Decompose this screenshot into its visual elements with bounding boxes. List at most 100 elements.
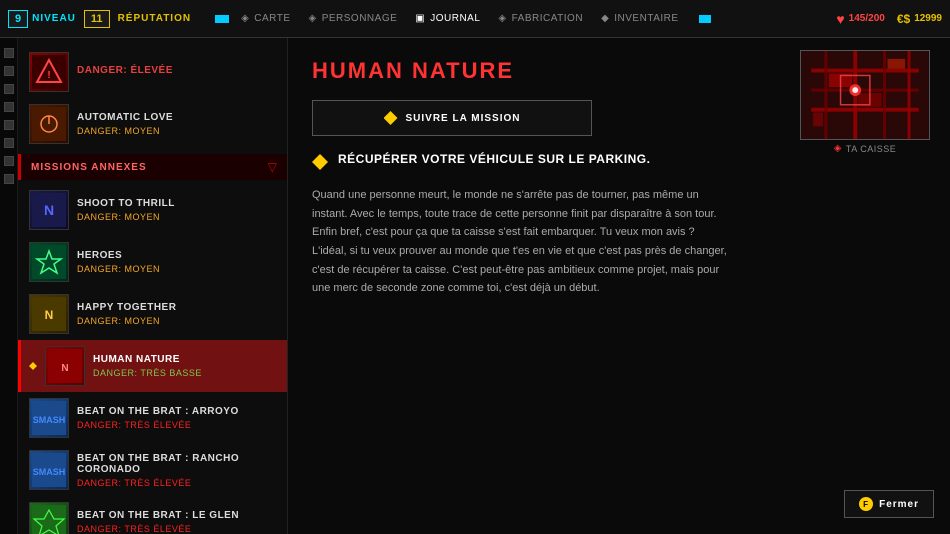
mission-human-info: HUMAN NATURE DANGER: TRÈS BASSE (93, 354, 279, 378)
mission-human-thumb: N (45, 346, 85, 386)
objective-text: RÉCUPÉRER VOTRE VÉHICULE SUR LE PARKING. (338, 152, 650, 166)
side-icon-4 (4, 102, 14, 112)
svg-text:!: ! (47, 70, 50, 81)
mission-heroes-title: HEROES (77, 250, 279, 261)
money-display: €$ 12999 (897, 12, 942, 26)
mission-beat-rancho-thumb: SMASH (29, 450, 69, 490)
mission-automatic-love-info: AUTOMATIC LOVE DANGER: MOYEN (77, 112, 279, 136)
mission-beat-arroyo-title: BEAT ON THE BRAT : ARROYO (77, 406, 279, 417)
mission-beat-arroyo-thumb: SMASH (29, 398, 69, 438)
mission-shoot-thumb: N (29, 190, 69, 230)
follow-icon (384, 111, 398, 125)
nav-journal[interactable]: ▣ JOURNAL (415, 13, 480, 24)
mission-heroes-info: HEROES DANGER: MOYEN (77, 250, 279, 274)
nav-carte-label: CARTE (254, 13, 290, 24)
level-display: 9 NIVEAU (8, 10, 76, 28)
mission-automatic-love-thumb (29, 104, 69, 144)
nav-fabrication-label: FABRICATION (512, 13, 583, 24)
map-thumbnail[interactable]: ◈ TA CAISSE (800, 50, 930, 150)
carte-icon: ◈ (241, 13, 249, 24)
missions-sidebar: ! DANGER: ÉLEVÉE AUTOMATIC LOVE DANGER: … (18, 38, 288, 534)
nav-carte[interactable]: ◈ CARTE (241, 13, 290, 24)
mission-beat-glen-danger: DANGER: TRÈS ÉLEVÉE (77, 524, 279, 534)
mission-human-nature[interactable]: N HUMAN NATURE DANGER: TRÈS BASSE (18, 340, 287, 392)
left-decoration (0, 38, 18, 534)
nav-personnage-label: PERSONNAGE (322, 13, 398, 24)
mission-heroes[interactable]: HEROES DANGER: MOYEN (18, 236, 287, 288)
money-icon: €$ (897, 12, 910, 26)
nav-fabrication[interactable]: ◈ FABRICATION (498, 13, 583, 24)
level-label: NIVEAU (32, 13, 76, 24)
mission-danger-eleve-thumb: ! (29, 52, 69, 92)
missions-annexes-header[interactable]: MISSIONS ANNEXES ▽ (18, 154, 287, 180)
mission-happy-title: HAPPY TOGETHER (77, 302, 279, 313)
journal-icon: ▣ (415, 13, 425, 24)
svg-text:SMASH: SMASH (33, 415, 66, 425)
mission-beat-arroyo[interactable]: SMASH BEAT ON THE BRAT : ARROYO DANGER: … (18, 392, 287, 444)
rep-number: 11 (84, 10, 110, 28)
objective-row: RÉCUPÉRER VOTRE VÉHICULE SUR LE PARKING. (312, 152, 926, 170)
follow-btn-label: SUIVRE LA MISSION (406, 113, 521, 124)
health-icon: ♥ (836, 11, 844, 27)
close-btn-label: Fermer (879, 499, 919, 510)
svg-text:N: N (45, 308, 54, 322)
map-pin-icon: ◈ (834, 143, 842, 154)
mission-danger-eleve[interactable]: ! DANGER: ÉLEVÉE (18, 46, 287, 98)
mission-happy-danger: DANGER: MOYEN (77, 316, 279, 326)
health-value: 145/200 (849, 13, 885, 24)
mission-beat-glen-thumb (29, 502, 69, 534)
nav-personnage[interactable]: ◈ PERSONNAGE (309, 13, 398, 24)
mission-shoot-title: SHOOT TO THRILL (77, 198, 279, 209)
side-icon-2 (4, 66, 14, 76)
objective-diamond-icon (312, 154, 328, 170)
mission-shoot-info: SHOOT TO THRILL DANGER: MOYEN (77, 198, 279, 222)
mission-beat-glen-info: BEAT ON THE BRAT : LE GLEN DANGER: TRÈS … (77, 510, 279, 534)
close-key-icon: F (859, 497, 873, 511)
follow-mission-button[interactable]: SUIVRE LA MISSION (312, 100, 592, 136)
money-value: 12999 (914, 13, 942, 24)
side-icon-5 (4, 120, 14, 130)
mission-beat-glen[interactable]: BEAT ON THE BRAT : LE GLEN DANGER: TRÈS … (18, 496, 287, 534)
mission-happy-together[interactable]: N HAPPY TOGETHER DANGER: MOYEN (18, 288, 287, 340)
mission-beat-rancho-title: BEAT ON THE BRAT : RANCHO CORONADO (77, 453, 279, 475)
mission-beat-glen-title: BEAT ON THE BRAT : LE GLEN (77, 510, 279, 521)
mission-shoot-to-thrill[interactable]: N SHOOT TO THRILL DANGER: MOYEN (18, 184, 287, 236)
level-number: 9 (8, 10, 28, 28)
mission-automatic-love[interactable]: AUTOMATIC LOVE DANGER: MOYEN (18, 98, 287, 150)
ep-icon (215, 15, 229, 23)
section-chevron-icon: ▽ (268, 160, 277, 174)
map-image (800, 50, 930, 140)
mission-happy-info: HAPPY TOGETHER DANGER: MOYEN (77, 302, 279, 326)
mission-heroes-danger: DANGER: MOYEN (77, 264, 279, 274)
close-button[interactable]: F Fermer (844, 490, 934, 518)
mission-heroes-thumb (29, 242, 69, 282)
personnage-icon: ◈ (309, 13, 317, 24)
mission-happy-thumb: N (29, 294, 69, 334)
mission-beat-arroyo-info: BEAT ON THE BRAT : ARROYO DANGER: TRÈS É… (77, 406, 279, 430)
mission-beat-arroyo-danger: DANGER: TRÈS ÉLEVÉE (77, 420, 279, 430)
rep-display: 11 RÉPUTATION (84, 10, 207, 28)
map-label: ◈ TA CAISSE (800, 143, 930, 154)
svg-text:SMASH: SMASH (33, 467, 66, 477)
mission-danger-eleve-title: DANGER: ÉLEVÉE (77, 65, 279, 76)
top-navigation-bar: 9 NIVEAU 11 RÉPUTATION ◈ CARTE ◈ PERSONN… (0, 0, 950, 38)
nav-journal-label: JOURNAL (430, 13, 480, 24)
health-display: ♥ 145/200 (836, 11, 884, 27)
mission-human-title: HUMAN NATURE (93, 354, 279, 365)
fabrication-icon: ◈ (498, 13, 506, 24)
inventaire-icon: ◆ (601, 13, 609, 24)
mission-danger-eleve-info: DANGER: ÉLEVÉE (77, 65, 279, 79)
rep-label: RÉPUTATION (118, 13, 192, 24)
side-icon-1 (4, 48, 14, 58)
nav-inventaire[interactable]: ◆ INVENTAIRE (601, 13, 678, 24)
mission-beat-rancho[interactable]: SMASH BEAT ON THE BRAT : RANCHO CORONADO… (18, 444, 287, 496)
mission-automatic-love-danger: DANGER: MOYEN (77, 126, 279, 136)
missions-annexes-label: MISSIONS ANNEXES (31, 162, 147, 173)
side-icon-7 (4, 156, 14, 166)
svg-text:N: N (61, 363, 68, 374)
mission-beat-rancho-info: BEAT ON THE BRAT : RANCHO CORONADO DANGE… (77, 453, 279, 488)
active-marker-icon (29, 362, 37, 370)
inv-badge (699, 15, 711, 23)
mission-human-danger: DANGER: TRÈS BASSE (93, 368, 279, 378)
mission-description-text: Quand une personne meurt, le monde ne s'… (312, 186, 732, 298)
